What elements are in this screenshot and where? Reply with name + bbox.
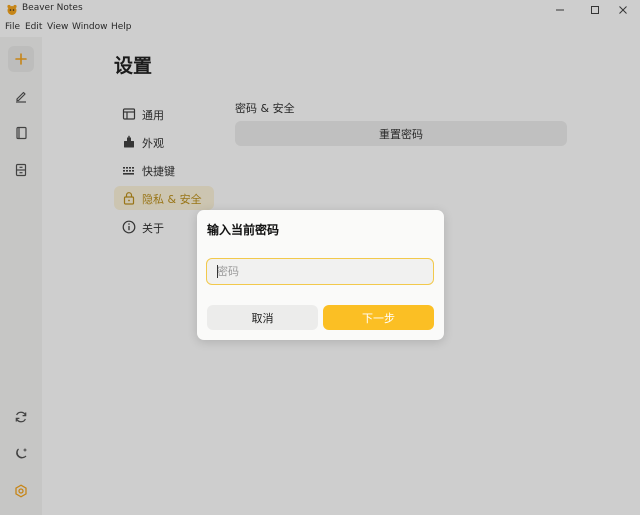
text-caret	[217, 265, 218, 278]
password-dialog: 输入当前密码 取消 下一步	[197, 210, 444, 340]
cancel-button[interactable]: 取消	[207, 305, 318, 330]
password-input[interactable]	[206, 258, 434, 285]
next-button[interactable]: 下一步	[323, 305, 434, 330]
dialog-title: 输入当前密码	[207, 223, 280, 237]
